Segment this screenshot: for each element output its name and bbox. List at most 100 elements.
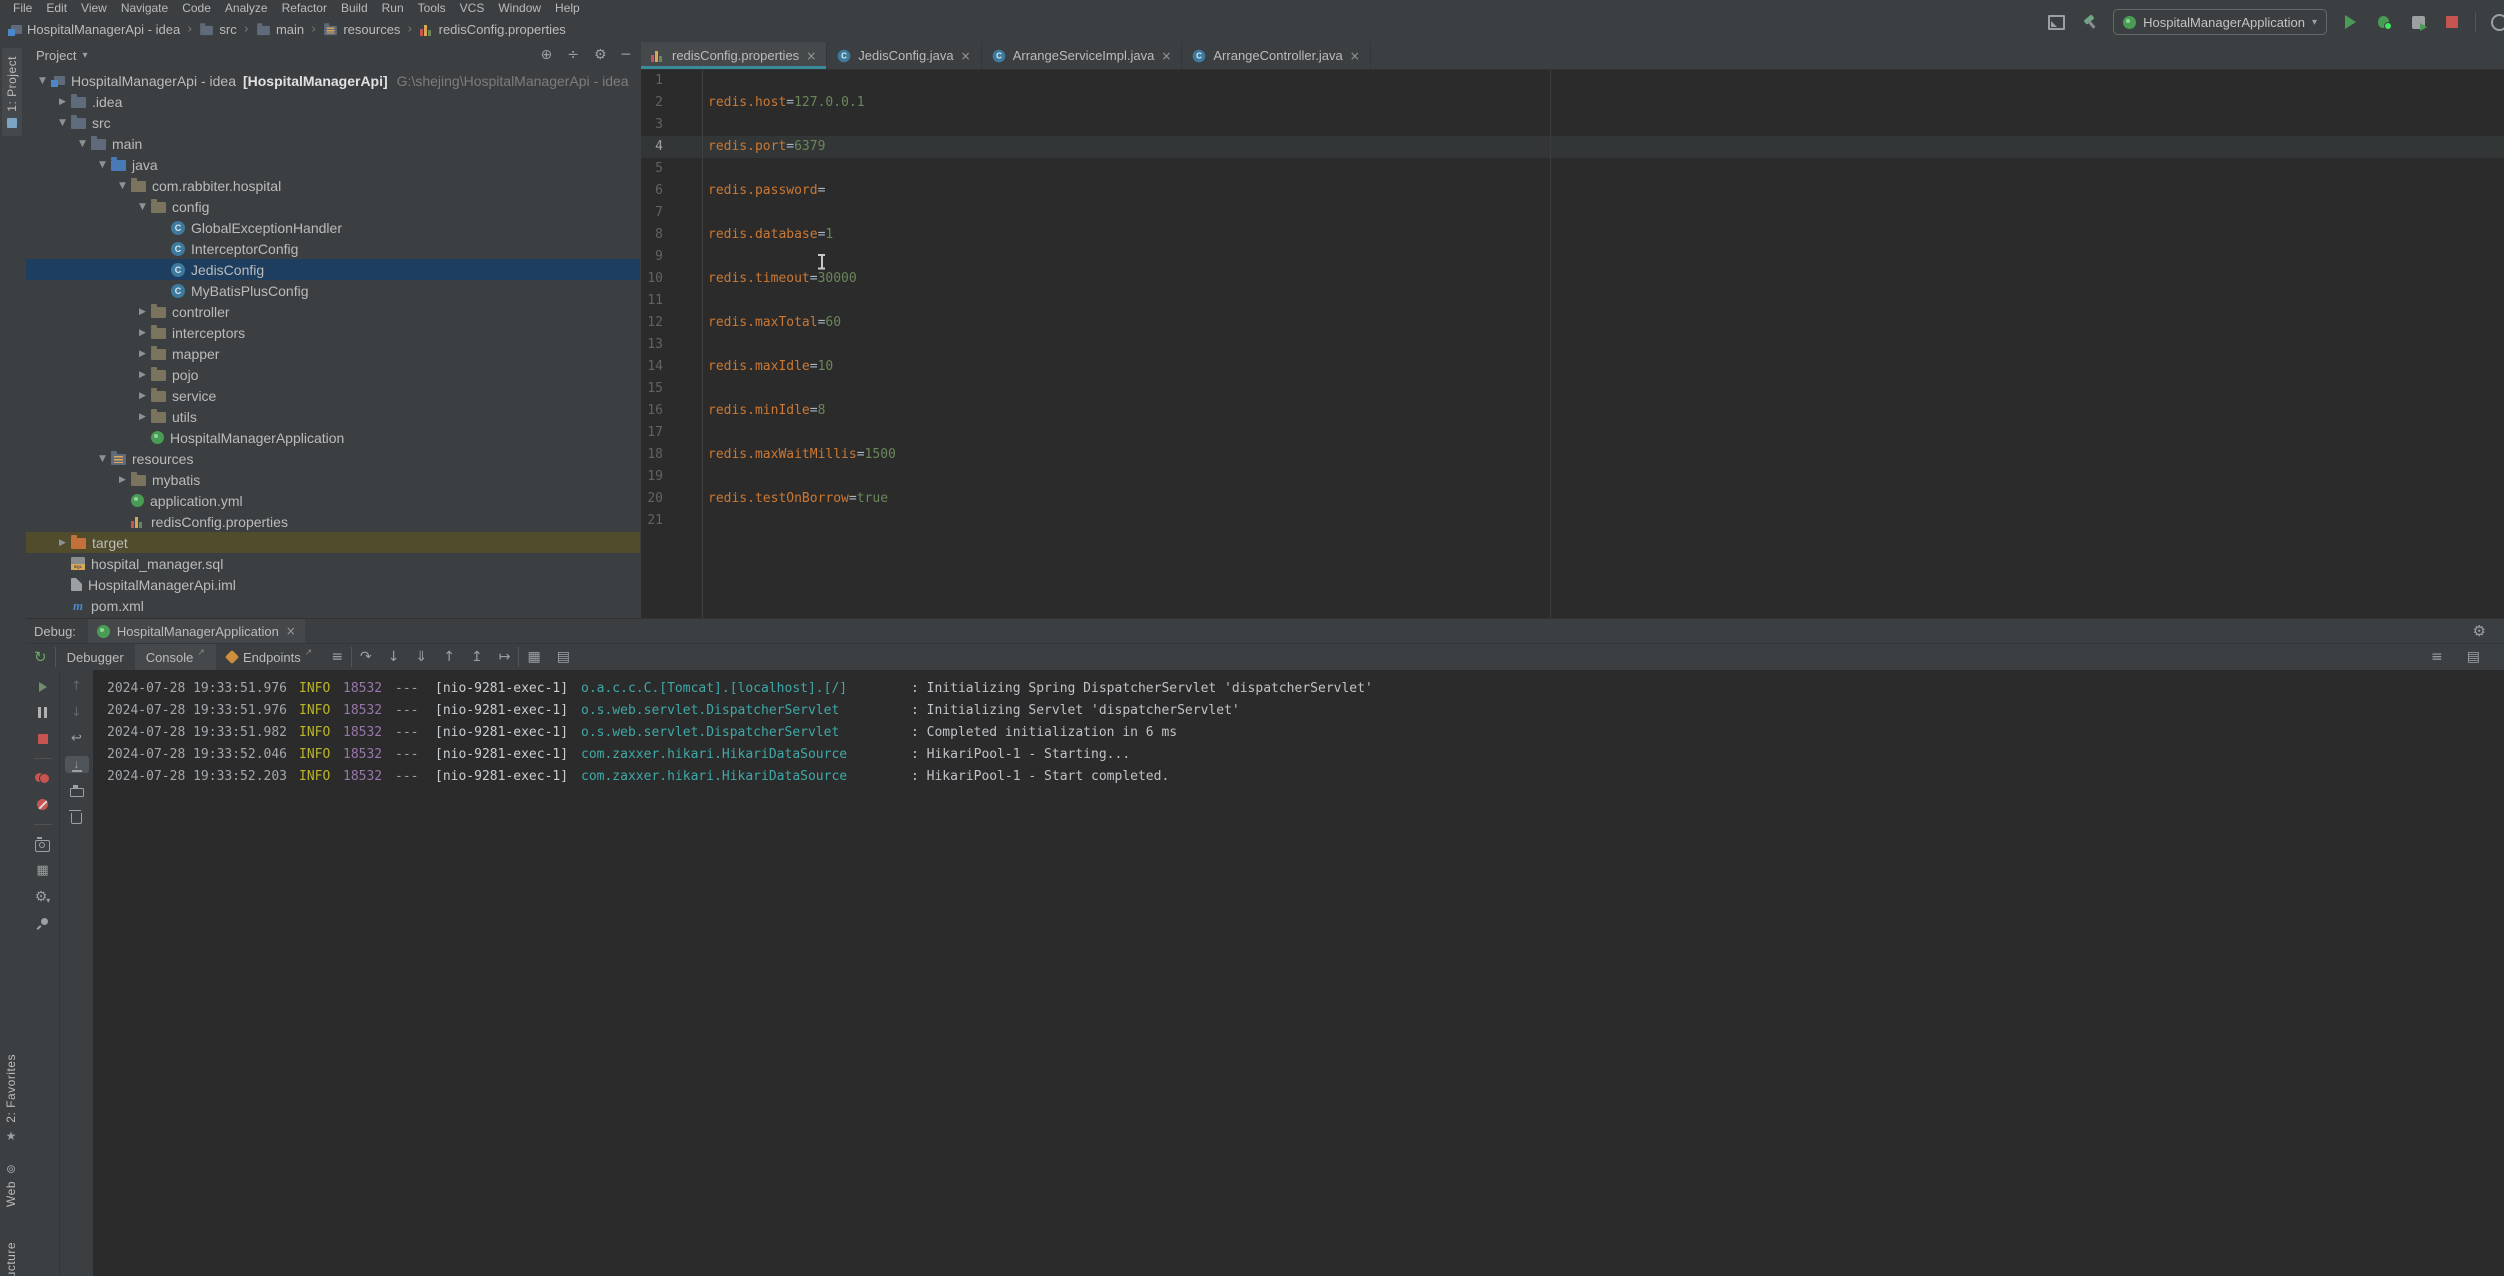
chevron-expanded-icon[interactable] [34,76,51,86]
chevron-down-icon[interactable] [82,50,87,61]
stripe-tab-structure[interactable]: Structure [4,1242,18,1276]
menu-run[interactable]: Run [375,0,411,17]
tab-debugger[interactable]: Debugger [56,644,135,670]
code-line[interactable] [708,422,2504,444]
tree-item-config[interactable]: config [26,196,640,217]
stripe-tab-project[interactable]: 1: Project [2,48,22,136]
tree-item-iml-file[interactable]: HospitalManagerApi.iml [26,574,640,595]
chevron-expanded-icon[interactable] [94,454,111,464]
chevron-collapsed-icon[interactable] [134,391,151,401]
tab-redis-config-properties[interactable]: redisConfig.properties [641,42,827,69]
step-out-icon[interactable] [435,649,463,665]
thread-dump-button[interactable] [31,836,55,853]
chevron-collapsed-icon[interactable] [134,349,151,359]
tree-item-main[interactable]: main [26,133,640,154]
tree-item-src[interactable]: src [26,112,640,133]
force-step-into-icon[interactable] [408,649,436,665]
evaluate-expression-icon[interactable] [519,649,548,665]
code-line[interactable]: redis.port=6379 [708,136,2504,158]
print-button[interactable] [65,782,89,799]
chevron-expanded-icon[interactable] [94,160,111,170]
gear-icon[interactable] [594,47,607,63]
menu-help[interactable]: Help [548,0,587,17]
pause-button[interactable] [31,704,55,721]
code-line[interactable]: redis.timeout=30000 [708,268,2504,290]
tab-arrange-service-impl-java[interactable]: ArrangeServiceImpl.java [982,42,1183,69]
stripe-tab-web[interactable]: Web [4,1162,18,1207]
code-line[interactable] [708,334,2504,356]
chevron-collapsed-icon[interactable] [134,328,151,338]
run-to-cursor-icon[interactable] [491,649,519,665]
menu-code[interactable]: Code [175,0,218,17]
tree-item-root[interactable]: HospitalManagerApi - idea [HospitalManag… [26,70,640,91]
run-configuration-select[interactable]: HospitalManagerApplication [2113,9,2327,35]
tree-item-idea-folder[interactable]: .idea [26,91,640,112]
step-over-icon[interactable] [352,649,380,665]
soft-wrap-button[interactable] [65,730,89,747]
tab-jedis-config-java[interactable]: JedisConfig.java [827,42,981,69]
chevron-expanded-icon[interactable] [114,181,131,191]
stop-button[interactable] [2441,11,2463,33]
menu-tools[interactable]: Tools [411,0,453,17]
tree-item-hospital-manager-sql[interactable]: hospital_manager.sql [26,553,640,574]
view-breakpoints-button[interactable] [31,770,55,787]
rerun-icon[interactable] [26,648,55,666]
tree-item-interceptor-config[interactable]: InterceptorConfig [26,238,640,259]
code-line[interactable] [708,70,2504,92]
code-line[interactable]: redis.maxWaitMillis=1500 [708,444,2504,466]
restore-layout-icon[interactable] [2459,649,2488,665]
gear-icon[interactable] [2473,622,2486,640]
pin-button[interactable] [31,914,55,931]
hide-panel-icon[interactable] [622,47,630,63]
chevron-collapsed-icon[interactable] [134,307,151,317]
code-line[interactable] [708,290,2504,312]
code-line[interactable] [708,114,2504,136]
run-button[interactable] [2339,11,2361,33]
down-stack-button[interactable] [65,704,89,721]
console-output[interactable]: 2024-07-28 19:33:51.976INFO18532---[nio-… [93,670,2504,1276]
chevron-collapsed-icon[interactable] [54,538,71,548]
drop-frame-icon[interactable] [463,649,491,665]
tree-item-java[interactable]: java [26,154,640,175]
project-panel-title[interactable]: Project [36,48,76,63]
show-execution-point-icon[interactable] [323,649,351,665]
search-everywhere-button[interactable] [2488,11,2504,33]
tree-item-resources[interactable]: resources [26,448,640,469]
tree-item-utils[interactable]: utils [26,406,640,427]
close-icon[interactable] [1161,49,1171,63]
locate-file-icon[interactable] [541,47,553,63]
up-stack-button[interactable] [65,678,89,695]
code-line[interactable]: redis.testOnBorrow=true [708,488,2504,510]
chevron-collapsed-icon[interactable] [134,412,151,422]
code-line[interactable]: redis.password= [708,180,2504,202]
chevron-expanded-icon[interactable] [74,139,91,149]
menu-navigate[interactable]: Navigate [114,0,175,17]
breadcrumb-resources[interactable]: resources [323,22,400,37]
debug-button[interactable] [2373,11,2395,33]
code-line[interactable] [708,466,2504,488]
breadcrumb-file[interactable]: redisConfig.properties [420,22,566,37]
chevron-collapsed-icon[interactable] [134,370,151,380]
tree-item-pojo[interactable]: pojo [26,364,640,385]
breadcrumb-project[interactable]: HospitalManagerApi - idea [8,22,180,37]
code-line[interactable]: redis.maxTotal=60 [708,312,2504,334]
step-into-icon[interactable] [380,649,408,665]
menu-vcs[interactable]: VCS [453,0,492,17]
menu-view[interactable]: View [74,0,114,17]
code-line[interactable]: redis.host=127.0.0.1 [708,92,2504,114]
menu-edit[interactable]: Edit [39,0,74,17]
tree-item-jedis-config[interactable]: JedisConfig [26,259,640,280]
editor-body[interactable]: 1 2 3 4 5 6 7 8 9 10 11 12 13 14 15 16 1… [641,70,2504,618]
restore-windows-button[interactable] [2045,11,2067,33]
resume-button[interactable] [31,678,55,695]
breadcrumb-src[interactable]: src [199,22,236,37]
close-icon[interactable] [806,49,816,63]
code-line[interactable] [708,158,2504,180]
code-line[interactable]: redis.database=1 [708,224,2504,246]
coverage-button[interactable] [2407,11,2429,33]
collapse-all-icon[interactable] [567,47,579,63]
chevron-expanded-icon[interactable] [54,118,71,128]
clear-all-button[interactable] [65,808,89,825]
menu-window[interactable]: Window [491,0,548,17]
code-line[interactable]: redis.maxIdle=10 [708,356,2504,378]
